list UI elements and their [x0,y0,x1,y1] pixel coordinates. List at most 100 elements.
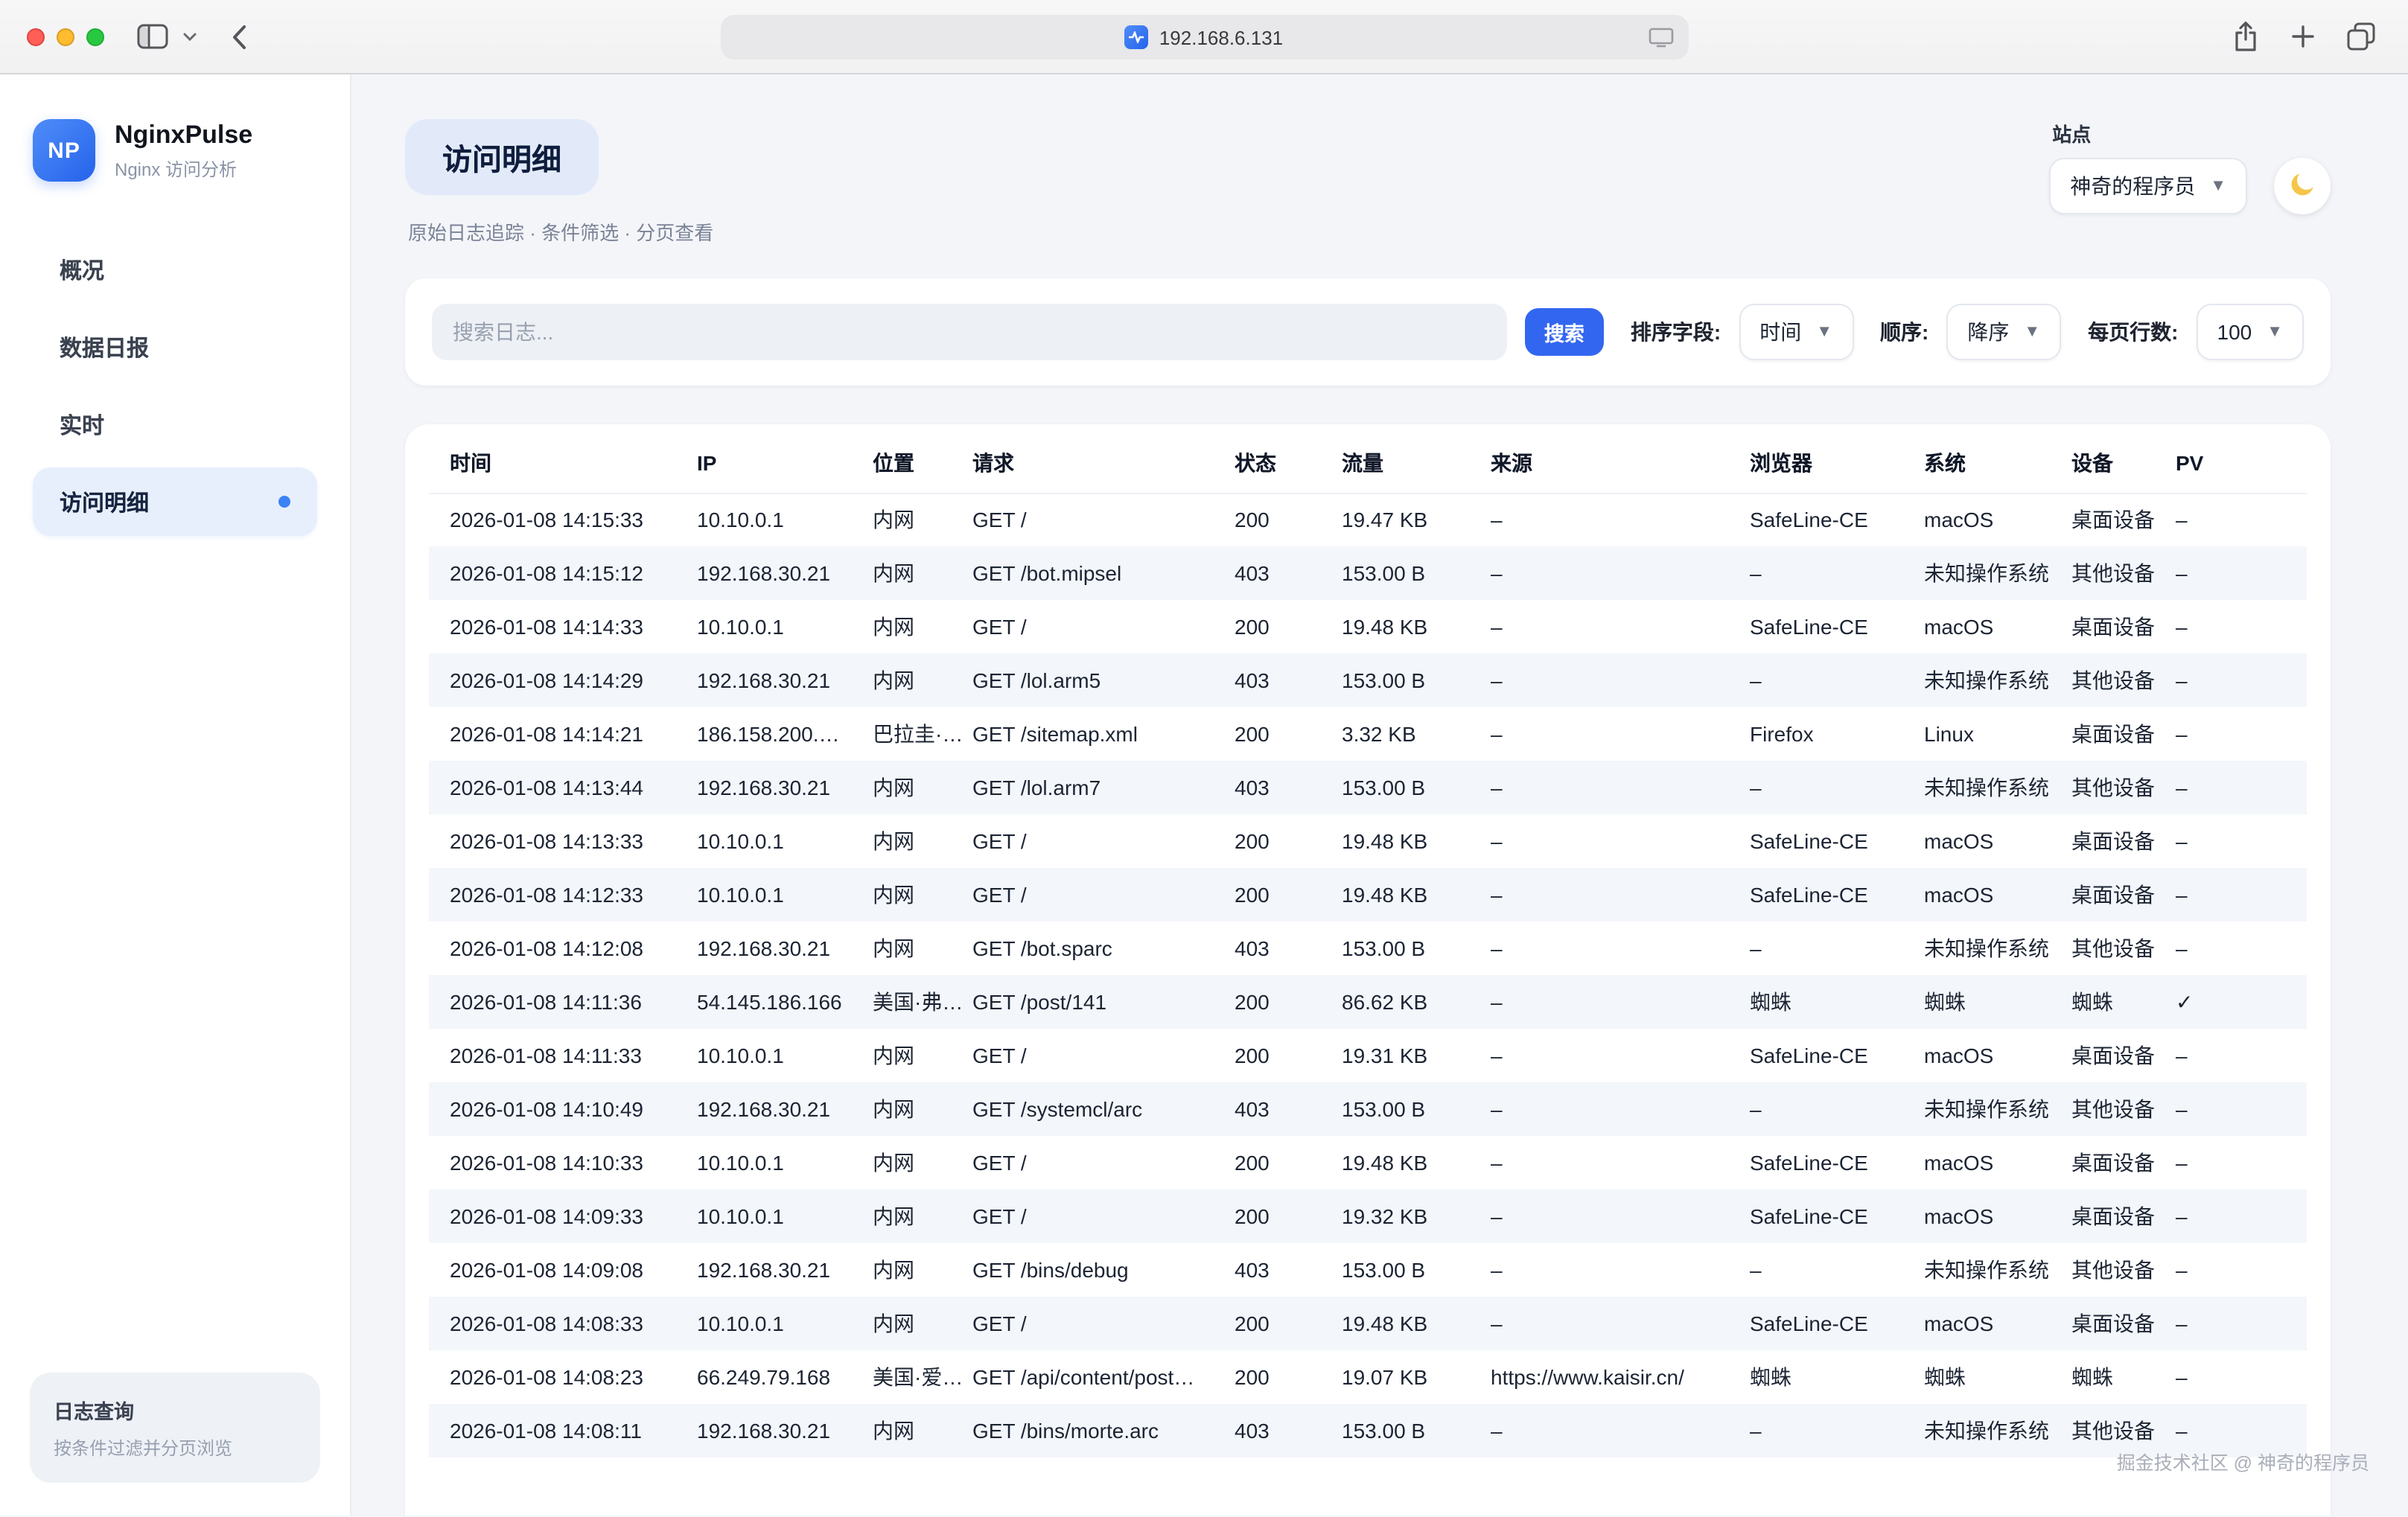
table-cell: 未知操作系统 [1912,761,2060,814]
table-cell: 192.168.30.21 [685,1404,861,1457]
site-select[interactable]: 神奇的程序员 ▼ [2049,158,2247,214]
table-cell: – [1479,600,1738,654]
table-cell: 403 [1223,1404,1330,1457]
brand: NP NginxPulse Nginx 访问分析 [33,119,317,182]
table-cell: GET /systemcl/arc [961,1082,1223,1136]
table-cell: 3.32 KB [1330,707,1479,761]
minimize-window-button[interactable] [57,28,74,45]
sidebar-item-realtime[interactable]: 实时 [33,390,317,459]
table-cell: 内网 [861,546,961,600]
table-cell: 蜘蛛 [1738,1350,1912,1404]
table-cell: 153.00 B [1330,1404,1479,1457]
table-cell: GET / [961,868,1223,922]
table-cell: GET / [961,1189,1223,1243]
table-cell: – [1738,546,1912,600]
table-cell: SafeLine-CE [1738,1136,1912,1189]
page-size-label: 每页行数: [2088,317,2178,347]
page-header: 访问明细 原始日志追踪 · 条件筛选 · 分页查看 站点 神奇的程序员 ▼ [405,119,2331,246]
table-cell: 桌面设备 [2060,493,2164,546]
table-cell: GET /api/content/post… [961,1350,1223,1404]
table-cell: 10.10.0.1 [685,493,861,546]
table-header-row: 时间IP位置请求状态流量来源浏览器系统设备PV [429,433,2307,493]
column-header: 来源 [1479,433,1738,493]
app-logo: NP [33,119,95,182]
table-cell: 192.168.30.21 [685,654,861,707]
table-cell: 200 [1223,493,1330,546]
back-button[interactable] [229,23,247,50]
table-cell: 10.10.0.1 [685,1297,861,1350]
table-cell: macOS [1912,1297,2060,1350]
active-indicator-dot [278,496,290,508]
chevron-down-icon: ▼ [2024,324,2040,340]
table-cell: 19.48 KB [1330,600,1479,654]
address-bar[interactable]: 192.168.6.131 [720,15,1688,60]
sort-field-select[interactable]: 时间 ▼ [1739,304,1853,360]
chevron-down-icon: ▼ [1816,324,1832,340]
search-input[interactable] [432,304,1507,360]
table-cell: 2026-01-08 14:15:12 [429,546,685,600]
table-cell: macOS [1912,493,2060,546]
table-cell: 10.10.0.1 [685,1136,861,1189]
table-cell: GET /bot.sparc [961,922,1223,975]
table-cell: 内网 [861,654,961,707]
table-cell: 美国·爱… [861,1350,961,1404]
table-cell: 19.31 KB [1330,1029,1479,1082]
table-cell: GET /sitemap.xml [961,707,1223,761]
table-cell: macOS [1912,1029,2060,1082]
column-header: 请求 [961,433,1223,493]
table-cell: 10.10.0.1 [685,1189,861,1243]
app-subtitle: Nginx 访问分析 [115,156,252,181]
table-cell: 桌面设备 [2060,1136,2164,1189]
browser-chrome: 192.168.6.131 [0,0,2408,74]
table-row: 2026-01-08 14:15:3310.10.0.1内网GET /20019… [429,493,2307,546]
close-window-button[interactable] [27,28,45,45]
table-cell: 桌面设备 [2060,1189,2164,1243]
table-row: 2026-01-08 14:10:3310.10.0.1内网GET /20019… [429,1136,2307,1189]
monitor-icon[interactable] [1648,27,1673,48]
table-cell: – [1738,1404,1912,1457]
table-cell: – [1738,1243,1912,1297]
table-cell: 19.48 KB [1330,1136,1479,1189]
search-button[interactable]: 搜索 [1525,308,1604,356]
log-query-title: 日志查询 [54,1395,296,1425]
table-cell: 2026-01-08 14:08:23 [429,1350,685,1404]
table-cell: 153.00 B [1330,1082,1479,1136]
table-cell: – [1738,654,1912,707]
table-cell: 192.168.30.21 [685,761,861,814]
share-icon[interactable] [2232,21,2259,52]
table-cell: – [2164,654,2307,707]
column-header: PV [2164,433,2307,493]
chevron-down-icon: ▼ [2267,324,2283,340]
app-name: NginxPulse [115,120,252,150]
table-cell: 19.32 KB [1330,1189,1479,1243]
table-row: 2026-01-08 14:14:3310.10.0.1内网GET /20019… [429,600,2307,654]
table-cell: – [1479,1082,1738,1136]
zoom-window-button[interactable] [86,28,104,45]
table-cell: – [2164,1297,2307,1350]
table-cell: 巴拉圭·… [861,707,961,761]
table-cell: 192.168.30.21 [685,1082,861,1136]
sidebar-toggle-icon[interactable] [137,24,168,49]
new-tab-icon[interactable] [2292,25,2314,48]
order-select[interactable]: 降序 ▼ [1946,304,2061,360]
table-cell: 153.00 B [1330,654,1479,707]
table-cell: 桌面设备 [2060,1029,2164,1082]
sidebar-item-access-details[interactable]: 访问明细 [33,467,317,536]
site-favicon-icon [1125,25,1149,49]
table-cell: 内网 [861,493,961,546]
table-cell: 2026-01-08 14:12:08 [429,922,685,975]
table-cell: 内网 [861,1082,961,1136]
page-title: 访问明细 [405,119,599,195]
page-size-select[interactable]: 100 ▼ [2197,304,2305,360]
sidebar-item-daily-report[interactable]: 数据日报 [33,313,317,381]
table-cell: – [2164,493,2307,546]
table-cell: – [1738,922,1912,975]
theme-toggle-button[interactable] [2274,158,2331,214]
sidebar: NP NginxPulse Nginx 访问分析 概况 数据日报 实时 访问明细… [0,74,351,1516]
tab-overview-icon[interactable] [2347,22,2375,51]
table-cell: GET / [961,600,1223,654]
chevron-down-icon[interactable] [183,32,197,41]
page-size-value: 100 [2217,320,2252,344]
table-cell: 200 [1223,814,1330,868]
sidebar-item-overview[interactable]: 概况 [33,235,317,304]
